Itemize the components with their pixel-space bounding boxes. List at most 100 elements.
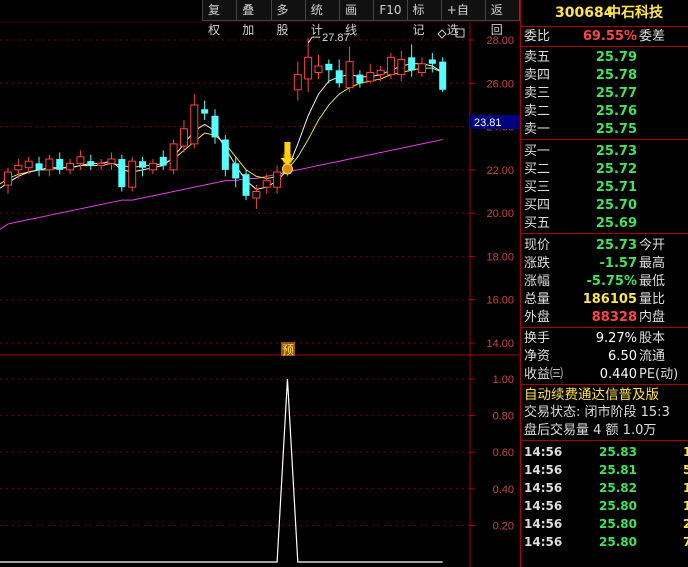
tick-time: 14:56 — [524, 499, 563, 513]
buy-row[interactable]: 买五 25.69 — [521, 215, 688, 233]
toolbar-overlay-button[interactable]: 叠加 — [236, 0, 272, 37]
buy-row[interactable]: 买三 25.71 — [521, 179, 688, 197]
kline-chart-area[interactable]: 28.0026.0024.0022.0020.0018.0016.0014.00… — [0, 0, 521, 567]
sell-row[interactable]: 卖一 25.75 — [521, 121, 688, 139]
candle-body-up — [66, 162, 75, 171]
trade-status-text: 交易状态: 闭市阶段 15:3 — [524, 405, 670, 420]
sell-price: 25.76 — [595, 104, 637, 119]
quote-label2: 今开 — [639, 238, 666, 253]
fin-stats: 换手 9.27% 股本 净资 6.50 流通 收益㈢ 0.440 PE(动) — [521, 327, 688, 384]
tick-row: 14:56 25.82 1 — [521, 479, 688, 497]
tick-row: 14:56 25.80 7 — [521, 533, 688, 551]
indicator-tick-label: 0.80 — [493, 411, 514, 423]
buy-price: 25.72 — [595, 162, 637, 177]
tick-price: 25.81 — [599, 463, 637, 477]
quote-row: 现价 25.73 今开 — [521, 237, 688, 255]
toolbar-fuquan-button[interactable]: 复权 — [202, 0, 238, 37]
candle-body-up — [179, 128, 188, 147]
sell-row[interactable]: 卖四 25.78 — [521, 67, 688, 85]
quote-row: 外盘 88328 内盘 — [521, 309, 688, 327]
quote-stats: 现价 25.73 今开 涨跌 -1.57 最高 涨幅 -5.75% 最低 总量 186105 量… — [521, 233, 688, 327]
indicator-tick-label: 1.00 — [493, 374, 514, 386]
buy-price: 25.73 — [595, 144, 637, 159]
tick-list[interactable]: 14:56 25.83 1 14:56 25.81 5 14:56 25.82 1 14:5… — [521, 440, 688, 551]
quote-row: 涨跌 -1.57 最高 — [521, 255, 688, 273]
quote-value: 25.73 — [595, 238, 637, 253]
sell-row[interactable]: 卖二 25.76 — [521, 103, 688, 121]
sell-price: 25.77 — [595, 86, 637, 101]
renew-notice-link[interactable]: 自动续费通达信普及版 — [521, 386, 688, 404]
buy-price: 25.69 — [595, 216, 637, 231]
buy-label: 买三 — [524, 180, 551, 195]
candle-body-up — [304, 56, 313, 80]
renew-notice-text[interactable]: 自动续费通达信普及版 — [524, 386, 659, 404]
indicator-tick-label: 0.20 — [493, 520, 514, 532]
candle-body-down — [159, 156, 167, 166]
tick-volume: 1 — [683, 499, 688, 513]
buy-label: 买四 — [524, 198, 551, 213]
tick-price: 25.80 — [599, 535, 637, 549]
after-hours-text: 盘后交易量 4 额 1.0万 — [524, 423, 657, 438]
quote-value: -5.75% — [586, 274, 638, 289]
candle-body-up — [366, 71, 375, 82]
candle-body-up — [24, 160, 33, 169]
after-hours-volume: 盘后交易量 4 额 1.0万 — [521, 422, 688, 440]
quote-label: 现价 — [524, 238, 551, 253]
candle-body-down — [335, 70, 343, 84]
toolbar-draw-line-button[interactable]: 画线 — [339, 0, 375, 37]
buy-row[interactable]: 买四 25.70 — [521, 197, 688, 215]
sell-book: 卖五 25.79 卖四 25.78 卖三 25.77 卖二 25.76 卖一 25.75 — [521, 46, 688, 139]
candle-body-down — [408, 57, 416, 71]
toolbar-add-watchlist-button[interactable]: +自选 — [440, 0, 486, 37]
toolbar-multi-stock-button[interactable]: 多股 — [270, 0, 306, 37]
tick-row: 14:56 25.80 1 — [521, 497, 688, 515]
candle-body-up — [4, 171, 12, 186]
fin-label: 净资 — [524, 349, 551, 364]
sell-label: 卖一 — [524, 122, 551, 137]
toolbar-mark-button[interactable]: 标记 — [406, 0, 442, 37]
tick-price: 25.80 — [599, 517, 637, 531]
candle-body-up — [418, 63, 426, 73]
tick-price: 25.82 — [599, 481, 637, 495]
quote-value: 88328 — [591, 310, 637, 325]
sell-row[interactable]: 卖三 25.77 — [521, 85, 688, 103]
tick-time: 14:56 — [524, 445, 563, 459]
candle-body-up — [45, 158, 54, 171]
buy-price: 25.70 — [595, 198, 637, 213]
buy-book: 买一 25.73 买二 25.72 买三 25.71 买四 25.70 买五 25.69 — [521, 139, 688, 233]
toolbar-stats-button[interactable]: 统计 — [304, 0, 341, 37]
chart-toolbar: 复权 叠加 多股 统计 画线 F10 标记 +自选 返回 — [202, 0, 521, 37]
quote-value: 186105 — [582, 292, 637, 307]
toolbar-back-button[interactable]: 返回 — [484, 0, 521, 37]
candle-body-down — [35, 163, 43, 170]
candle-body-up — [345, 61, 354, 89]
candle-body-up — [314, 65, 323, 73]
buy-row[interactable]: 买二 25.72 — [521, 161, 688, 179]
fin-value: 9.27% — [595, 331, 637, 346]
candle-body-up — [76, 156, 85, 164]
weibi-value: 69.55% — [582, 29, 637, 44]
tick-price: 25.80 — [599, 499, 637, 513]
quote-panel: 300684 中石科技 委比 69.55% 委差 卖五 25.79 卖四 25.78… — [520, 0, 688, 567]
ma-line-magenta — [0, 139, 443, 230]
sell-row[interactable]: 卖五 25.79 — [521, 49, 688, 67]
sell-label: 卖二 — [524, 104, 551, 119]
diamond-icon — [437, 29, 447, 39]
fin-label2: 流通 — [639, 349, 666, 364]
indicator-tick-label: 0.40 — [493, 484, 514, 496]
kline-chart[interactable]: 28.0026.0024.0022.0020.0018.0016.0014.00… — [0, 0, 520, 567]
quote-label: 外盘 — [524, 310, 551, 325]
price-tick-label: 20.00 — [486, 208, 514, 220]
buy-row[interactable]: 买一 25.73 — [521, 143, 688, 161]
buy-label: 买一 — [524, 144, 551, 159]
tick-volume: 7 — [683, 535, 688, 549]
candle-body-down — [242, 174, 250, 196]
stock-name: 中石科技 — [607, 5, 663, 21]
sell-label: 卖五 — [524, 50, 551, 65]
quote-row: 涨幅 -5.75% 最低 — [521, 273, 688, 291]
fin-label: 换手 — [524, 331, 551, 346]
candle-body-up — [386, 56, 395, 76]
fin-value: 0.440 — [599, 367, 637, 382]
toolbar-f10-button[interactable]: F10 — [373, 0, 408, 21]
candle-body-up — [14, 165, 23, 171]
